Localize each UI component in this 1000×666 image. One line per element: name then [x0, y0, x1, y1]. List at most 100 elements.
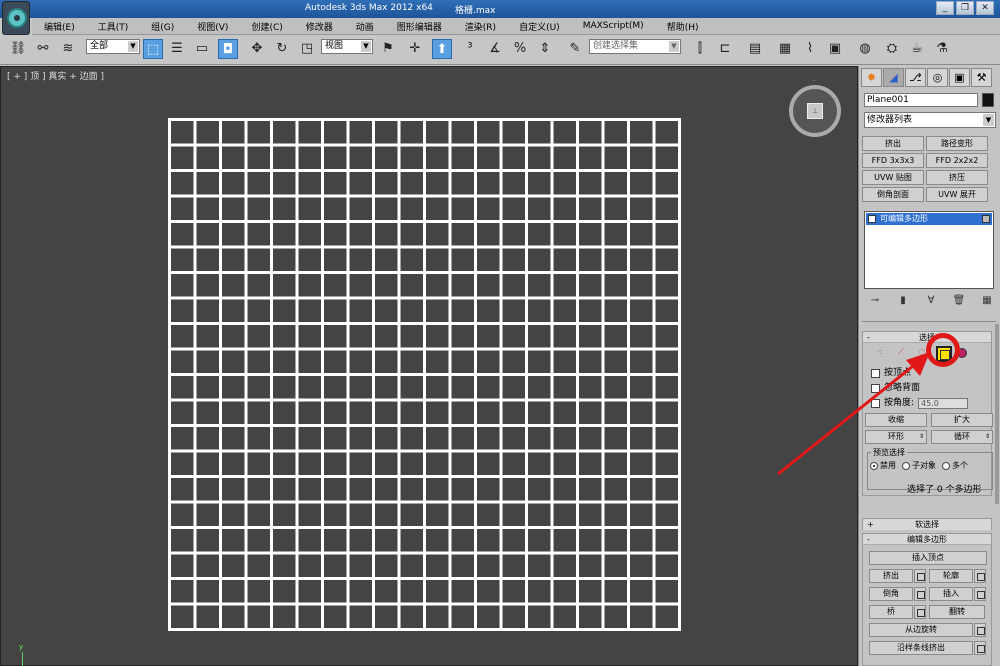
render-setup-icon[interactable]: ⛭	[882, 39, 902, 59]
menu-help[interactable]: 帮助(H)	[655, 20, 710, 33]
render-production-icon[interactable]: ⚗	[932, 39, 952, 59]
pivot-center-icon[interactable]: ⚑	[378, 39, 398, 59]
insert-vertex-button[interactable]: 插入顶点	[869, 551, 987, 565]
unlink-icon[interactable]: ⚯	[33, 39, 53, 59]
modify-tab-icon[interactable]: ◢	[883, 68, 904, 87]
configure-sets-icon[interactable]: ▦	[979, 294, 995, 308]
move-icon[interactable]: ✥	[247, 39, 267, 59]
top-viewport[interactable]: [ + ] 顶 ] 真实 + 边面 ] · ⊥ y	[0, 66, 858, 666]
edit-polygons-header[interactable]: - 编辑多边形	[863, 534, 991, 545]
viewcube[interactable]: · ⊥	[789, 77, 841, 137]
select-by-name-icon[interactable]: ☰	[167, 39, 187, 59]
ffd333-modifier-button[interactable]: FFD 3x3x3	[862, 153, 924, 168]
motion-tab-icon[interactable]: ◎	[927, 68, 948, 87]
show-end-result-icon[interactable]: ▮	[895, 294, 911, 308]
spinner-icon[interactable]: ⇕	[984, 432, 991, 442]
loop-button[interactable]: 循环 ⇕	[931, 430, 993, 444]
menu-views[interactable]: 视图(V)	[185, 20, 239, 33]
menu-edit[interactable]: 编辑(E)	[32, 20, 86, 33]
align-icon[interactable]: ⊏	[715, 39, 735, 59]
percent-snap-icon[interactable]: %	[510, 39, 530, 59]
modifier-list-dropdown[interactable]: 修改器列表 ▼	[864, 112, 996, 128]
hinge-from-edge-button[interactable]: 从边旋转	[869, 623, 973, 637]
bevel-settings-icon[interactable]	[914, 587, 926, 601]
inset-settings-icon[interactable]	[974, 587, 986, 601]
scale-icon[interactable]: ◳	[297, 39, 317, 59]
named-selection-dropdown[interactable]: 创建选择集 ▼	[589, 39, 681, 54]
menu-modifiers[interactable]: 修改器	[294, 20, 344, 33]
viewport-label[interactable]: [ + ] 顶 ] 真实 + 边面 ]	[7, 69, 104, 82]
bind-space-warp-icon[interactable]: ≋	[58, 39, 78, 59]
rectangular-selection-icon[interactable]: ▭	[192, 39, 212, 59]
material-editor-icon[interactable]: ◍	[855, 39, 875, 59]
viewcube-face[interactable]: ⊥	[807, 103, 823, 119]
menu-customize[interactable]: 自定义(U)	[507, 20, 571, 33]
spinner-snap-icon[interactable]: ⇕	[535, 39, 555, 59]
command-panel-scrollbar[interactable]	[995, 324, 999, 504]
reference-coord-dropdown[interactable]: 视图 ▼	[321, 39, 373, 54]
menu-rendering[interactable]: 渲染(R)	[453, 20, 507, 33]
pin-stack-icon[interactable]: ⊸	[867, 294, 883, 308]
path-deform-modifier-button[interactable]: 路径变形	[926, 136, 988, 151]
link-icon[interactable]: ⛓	[8, 39, 28, 59]
extrude-settings-icon[interactable]	[914, 569, 926, 583]
outline-button[interactable]: 轮廓	[929, 569, 973, 583]
menu-animation[interactable]: 动画	[344, 20, 385, 33]
curve-editor-icon[interactable]: ⌇	[800, 39, 820, 59]
rendered-frame-window-icon[interactable]: ☕	[907, 39, 927, 59]
soft-selection-header[interactable]: + 软选择	[863, 519, 991, 530]
app-logo-icon[interactable]	[2, 1, 30, 35]
object-name-field[interactable]: Plane001	[864, 93, 978, 107]
menu-graph-editors[interactable]: 图形编辑器	[385, 20, 453, 33]
inset-button[interactable]: 插入	[929, 587, 973, 601]
bridge-button[interactable]: 桥	[869, 605, 913, 619]
menu-group[interactable]: 组(G)	[139, 20, 185, 33]
minimize-button[interactable]: _	[936, 1, 954, 15]
menu-maxscript[interactable]: MAXScript(M)	[571, 21, 655, 31]
window-crossing-icon[interactable]: ◘	[218, 39, 238, 59]
create-tab-icon[interactable]: ✸	[861, 68, 882, 87]
select-manipulate-icon[interactable]: ✛	[405, 39, 425, 59]
stack-item-editable-poly[interactable]: 可编辑多边形	[866, 213, 992, 225]
selection-filter-dropdown[interactable]: 全部 ▼	[86, 39, 140, 54]
remove-modifier-icon[interactable]: 🗑	[951, 294, 967, 308]
preview-multi-option[interactable]: 多个	[942, 460, 968, 471]
edit-named-selection-icon[interactable]: ✎	[565, 39, 585, 59]
squeeze-modifier-button[interactable]: 挤压	[926, 170, 988, 185]
utilities-tab-icon[interactable]: ⚒	[971, 68, 992, 87]
extrude-along-spline-button[interactable]: 沿样条线挤出	[869, 641, 973, 655]
bridge-settings-icon[interactable]	[914, 605, 926, 619]
layer-manager-icon[interactable]: ▤	[745, 39, 765, 59]
expand-icon[interactable]	[868, 215, 876, 223]
restore-button[interactable]: ❐	[956, 1, 974, 15]
menu-tools[interactable]: 工具(T)	[86, 20, 140, 33]
snaps-toggle-icon[interactable]: ³	[460, 39, 480, 59]
flip-button[interactable]: 翻转	[929, 605, 985, 619]
menu-create[interactable]: 创建(C)	[239, 20, 293, 33]
uvw-map-modifier-button[interactable]: UVW 贴图	[862, 170, 924, 185]
bevel-profile-modifier-button[interactable]: 倒角剖面	[862, 187, 924, 202]
extrude-along-spline-settings-icon[interactable]	[974, 641, 986, 655]
grid-plane-object[interactable]	[168, 118, 681, 631]
schematic-view-icon[interactable]: ▣	[825, 39, 845, 59]
close-button[interactable]: ✕	[976, 1, 994, 15]
display-tab-icon[interactable]: ▣	[949, 68, 970, 87]
bevel-button[interactable]: 倒角	[869, 587, 913, 601]
extrude-modifier-button[interactable]: 挤出	[862, 136, 924, 151]
hierarchy-tab-icon[interactable]: ⎇	[905, 68, 926, 87]
select-object-icon[interactable]: ⬚	[143, 39, 163, 59]
hinge-settings-icon[interactable]	[974, 623, 986, 637]
rotate-icon[interactable]: ↻	[272, 39, 292, 59]
object-color-swatch[interactable]	[982, 93, 994, 107]
keyboard-shortcut-override-icon[interactable]: ⬆	[432, 39, 452, 59]
soft-selection-rollout[interactable]: + 软选择	[862, 518, 992, 530]
unwrap-uvw-modifier-button[interactable]: UVW 展开	[926, 187, 988, 202]
angle-snap-icon[interactable]: ∡	[485, 39, 505, 59]
graphite-ribbon-icon[interactable]: ▦	[775, 39, 795, 59]
extrude-button[interactable]: 挤出	[869, 569, 913, 583]
radio-unselected[interactable]	[942, 461, 950, 470]
outline-settings-icon[interactable]	[974, 569, 986, 583]
grow-button[interactable]: 扩大	[931, 413, 993, 427]
make-unique-icon[interactable]: ∀	[923, 294, 939, 308]
ffd222-modifier-button[interactable]: FFD 2x2x2	[926, 153, 988, 168]
